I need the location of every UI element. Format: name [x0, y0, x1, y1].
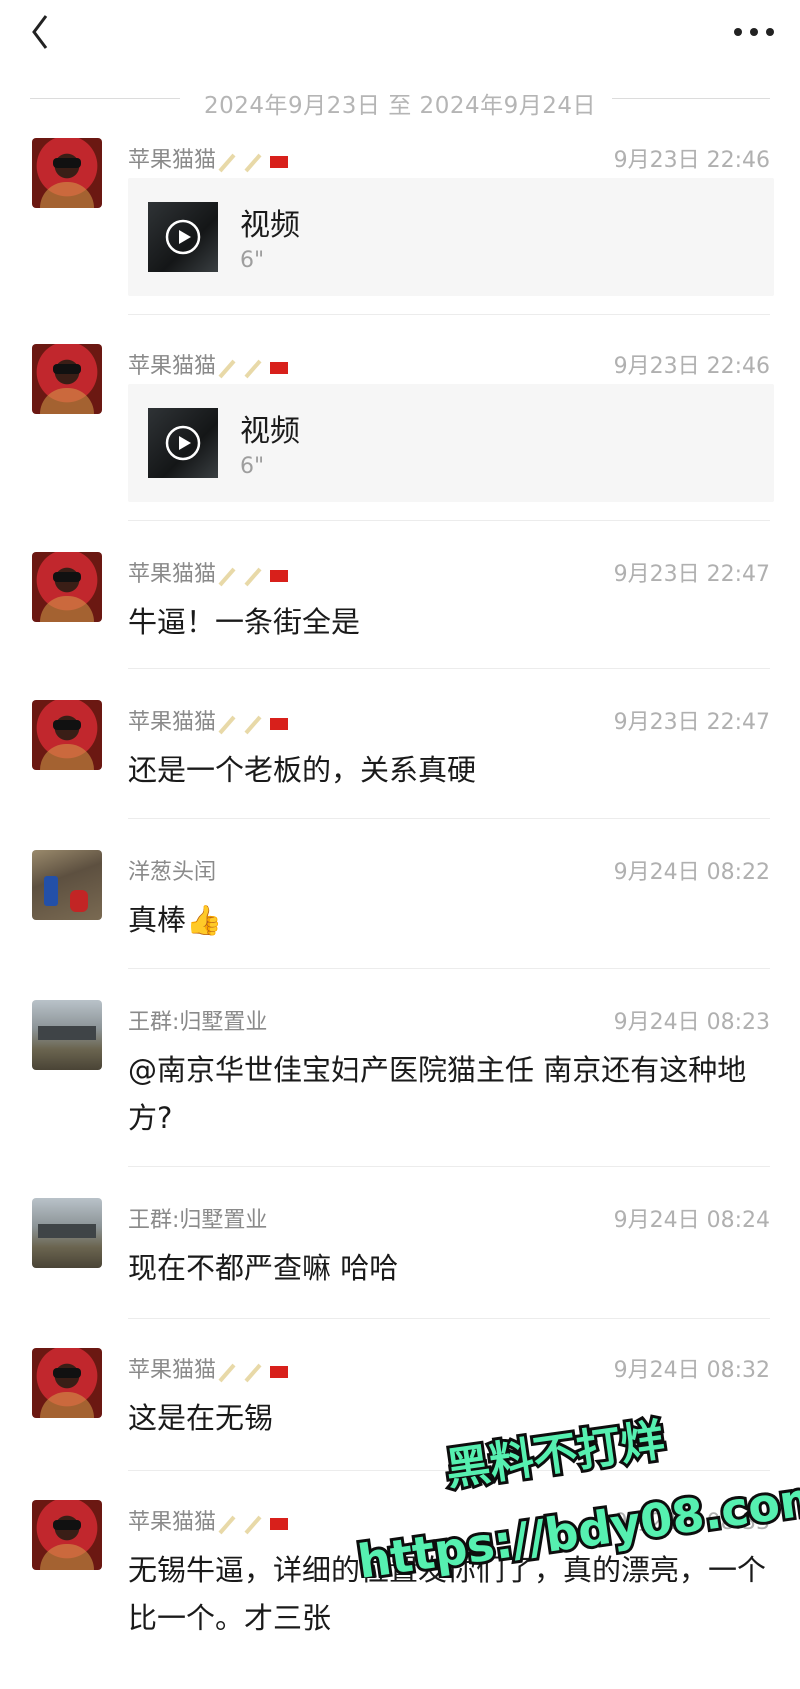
- sender-name[interactable]: 苹果猫猫: [128, 354, 216, 379]
- date-range-divider: 2024年9月23日 至 2024年9月24日: [0, 84, 800, 119]
- avatar[interactable]: [32, 1198, 102, 1268]
- video-thumbnail[interactable]: [148, 202, 218, 272]
- badges: [218, 149, 289, 174]
- message-time: 9月23日 22:47: [613, 710, 770, 735]
- message-text: @南京华世佳宝妇产医院猫主任 南京还有这种地方?: [128, 1053, 747, 1135]
- message-separator: [128, 1166, 770, 1167]
- candle-flag-icons: [218, 359, 289, 378]
- avatar[interactable]: [32, 138, 102, 208]
- candle-flag-icons: [218, 715, 289, 734]
- sender-name[interactable]: 王群:归墅置业: [128, 1010, 267, 1035]
- play-icon[interactable]: [165, 219, 201, 255]
- play-icon[interactable]: [165, 425, 201, 461]
- sender-name[interactable]: 苹果猫猫: [128, 1358, 216, 1383]
- candle-flag-icons: [218, 567, 289, 586]
- badges: [218, 1511, 289, 1536]
- video-duration: 6": [240, 454, 265, 479]
- avatar[interactable]: [32, 344, 102, 414]
- top-bar: [0, 0, 800, 70]
- message-time: 9月23日 22:46: [613, 354, 770, 379]
- message-time: 9月23日 22:47: [613, 562, 770, 587]
- watermark-line1: 黑料不打烊: [443, 1415, 668, 1496]
- back-arrow-icon[interactable]: [24, 10, 64, 54]
- video-label: 视频: [240, 414, 300, 449]
- message-time: 9月23日 22:46: [613, 148, 770, 173]
- message-separator: [128, 314, 770, 315]
- message-text: 真棒👍: [128, 903, 223, 937]
- message-time: 9月24日 08:23: [613, 1010, 770, 1035]
- message-text: 牛逼！一条街全是: [128, 605, 361, 639]
- badges: [218, 1359, 289, 1384]
- watermark-line2: https://bdy08.com: [355, 1470, 800, 1578]
- message-text: 还是一个老板的，关系真硬: [128, 753, 477, 787]
- badges: [218, 711, 289, 736]
- badges: [218, 563, 289, 588]
- video-message-card[interactable]: 视频 6": [128, 178, 774, 296]
- avatar[interactable]: [32, 1000, 102, 1070]
- candle-flag-icons: [218, 153, 289, 172]
- avatar[interactable]: [32, 1348, 102, 1418]
- message-separator: [128, 818, 770, 819]
- video-thumbnail[interactable]: [148, 408, 218, 478]
- more-options-icon[interactable]: [732, 26, 776, 38]
- avatar[interactable]: [32, 700, 102, 770]
- message-separator: [128, 1318, 770, 1319]
- avatar[interactable]: [32, 1500, 102, 1570]
- message-time: 9月24日 08:24: [613, 1208, 770, 1233]
- video-message-card[interactable]: 视频 6": [128, 384, 774, 502]
- message-separator: [128, 668, 770, 669]
- watermark: 黑料不打烊 https://bdy08.com: [352, 1412, 800, 1578]
- avatar[interactable]: [32, 850, 102, 920]
- message-separator: [128, 968, 770, 969]
- badges: [218, 355, 289, 380]
- sender-name[interactable]: 洋葱头闰: [128, 860, 216, 885]
- sender-name[interactable]: 王群:归墅置业: [128, 1208, 267, 1233]
- video-label: 视频: [240, 208, 300, 243]
- sender-name[interactable]: 苹果猫猫: [128, 148, 216, 173]
- sender-name[interactable]: 苹果猫猫: [128, 562, 216, 587]
- sender-name[interactable]: 苹果猫猫: [128, 1510, 216, 1535]
- video-duration: 6": [240, 248, 265, 273]
- message-text: 现在不都严查嘛 哈哈: [128, 1251, 399, 1285]
- candle-flag-icons: [218, 1363, 289, 1382]
- message-time: 9月24日 08:22: [613, 860, 770, 885]
- candle-flag-icons: [218, 1515, 289, 1534]
- message-separator: [128, 520, 770, 521]
- date-range-label: 2024年9月23日 至 2024年9月24日: [188, 93, 612, 119]
- message-time: 9月24日 08:32: [613, 1358, 770, 1383]
- sender-name[interactable]: 苹果猫猫: [128, 710, 216, 735]
- avatar[interactable]: [32, 552, 102, 622]
